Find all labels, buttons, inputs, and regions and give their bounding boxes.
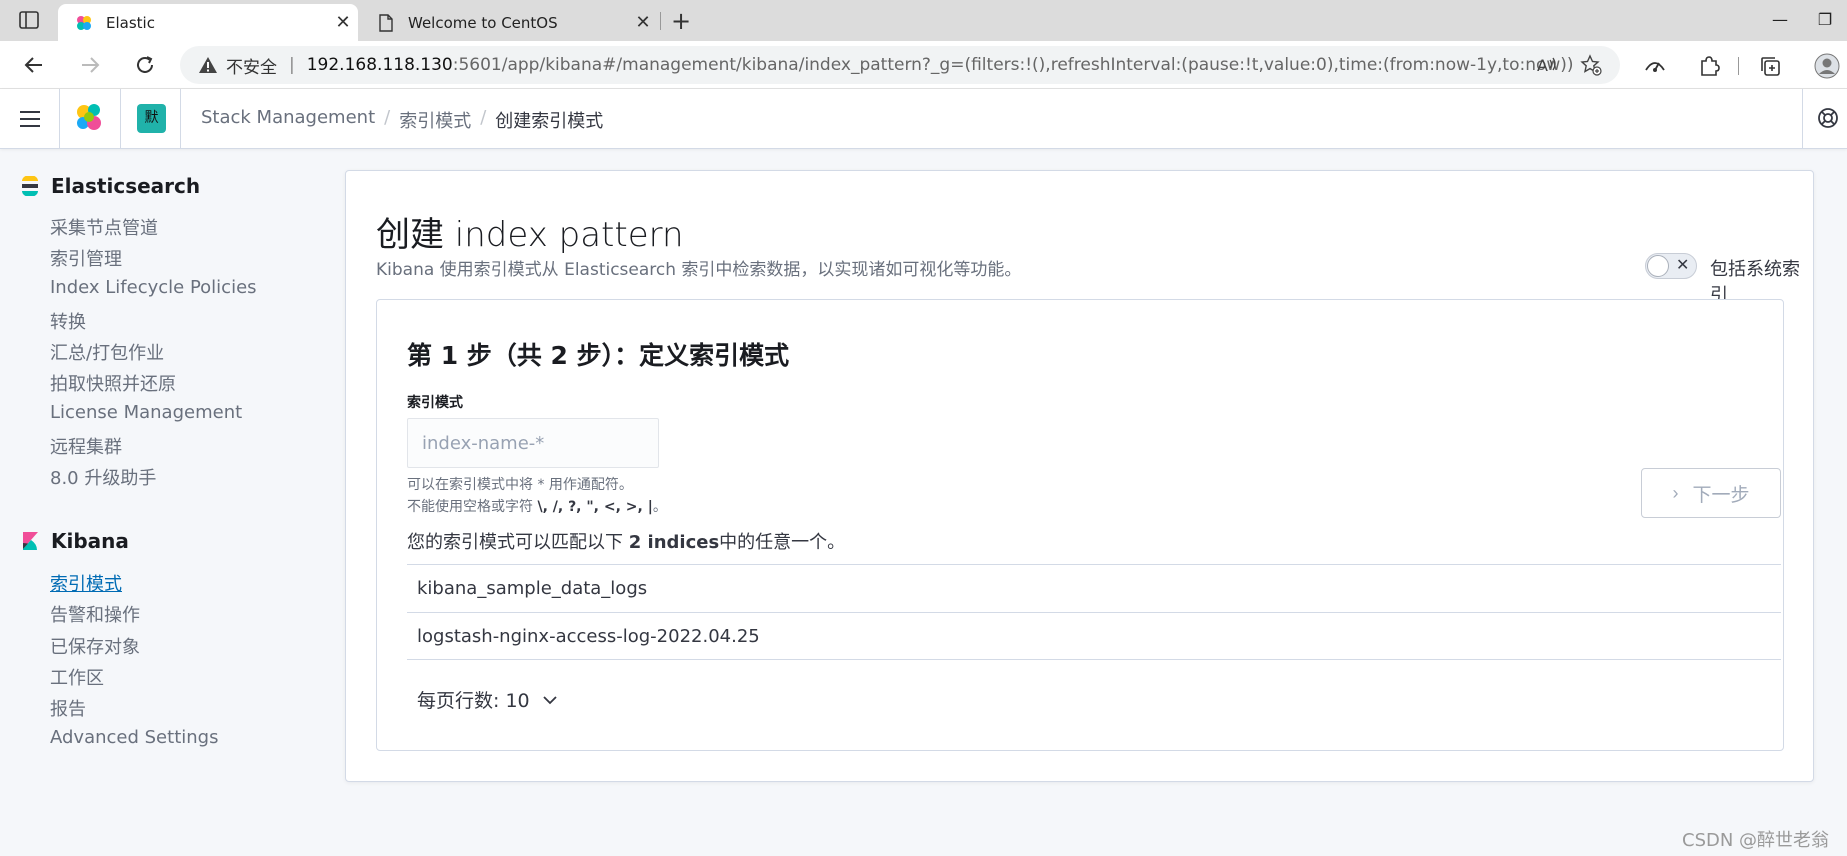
index-pattern-label: 索引模式 xyxy=(407,395,463,411)
url-host: 192.168.118.130 xyxy=(306,55,453,75)
url-path: :5601/app/kibana#/management/kibana/inde… xyxy=(452,55,1574,75)
rows-per-page-label: 每页行数: 10 xyxy=(417,690,530,712)
breadcrumb-stack-management[interactable]: Stack Management xyxy=(201,107,375,133)
match-suffix: 中的任意一个。 xyxy=(719,532,846,553)
help-suffix: 。 xyxy=(652,499,667,515)
create-index-pattern-panel: 创建 index pattern Kibana 使用索引模式从 Elastics… xyxy=(345,170,1814,782)
sidenav-item-saved-objects[interactable]: 已保存对象 xyxy=(50,633,140,659)
sidenav-item-index-patterns[interactable]: 索引模式 xyxy=(50,570,122,596)
step-one-card: 第 1 步（共 2 步）：定义索引模式 索引模式 可以在索引模式中将 * 用作通… xyxy=(376,299,1784,751)
help-lifebuoy-icon[interactable] xyxy=(1816,106,1840,130)
read-aloud-icon[interactable]: A xyxy=(1536,54,1558,76)
breadcrumb-index-patterns[interactable]: 索引模式 xyxy=(399,107,471,133)
new-tab-button[interactable]: + xyxy=(666,6,696,36)
kibana-logo-icon xyxy=(23,532,38,550)
sidenav-item-transforms[interactable]: 转换 xyxy=(50,308,86,334)
header-divider xyxy=(59,89,60,149)
page-description: Kibana 使用索引模式从 Elasticsearch 索引中检索数据，以实现… xyxy=(376,260,1022,280)
sidenav-item-reporting[interactable]: 报告 xyxy=(50,695,86,721)
index-pattern-input[interactable] xyxy=(407,418,659,468)
next-step-button[interactable]: › 下一步 xyxy=(1641,468,1781,518)
wildcard-help-text: 可以在索引模式中将 * 用作通配符。 xyxy=(407,477,633,493)
watermark: CSDN @醉世老翁 xyxy=(1682,830,1830,851)
match-count: 2 indices xyxy=(628,532,720,553)
header-divider xyxy=(1802,89,1803,149)
toggle-knob xyxy=(1647,255,1669,277)
browser-tab-bar: Elastic ✕ Welcome to CentOS ✕ + — ❐ xyxy=(0,0,1847,41)
profile-avatar-icon[interactable] xyxy=(1814,53,1840,79)
step-title: 第 1 步（共 2 步）：定义索引模式 xyxy=(407,341,790,370)
close-icon: ✕ xyxy=(1676,255,1690,274)
hamburger-menu-icon[interactable] xyxy=(16,107,44,131)
elastic-favicon-icon xyxy=(74,13,94,33)
favorite-star-icon[interactable] xyxy=(1580,54,1602,76)
tab-title: Welcome to CentOS xyxy=(408,13,558,32)
warning-icon[interactable] xyxy=(198,55,218,75)
invalid-characters: \, /, ?, ", <, >, | xyxy=(537,499,653,515)
sidenav-item-alerts-actions[interactable]: 告警和操作 xyxy=(50,601,140,627)
reload-button[interactable] xyxy=(129,49,161,81)
nav-group-title: Elasticsearch xyxy=(51,174,201,198)
address-bar[interactable]: 不安全 | 192.168.118.130 :5601/app/kibana#/… xyxy=(180,46,1620,84)
help-prefix: 不能使用空格或字符 xyxy=(407,499,538,515)
sidenav-item-remote-clusters[interactable]: 远程集群 xyxy=(50,433,122,459)
breadcrumb: Stack Management / 索引模式 / 创建索引模式 xyxy=(201,107,603,133)
back-button[interactable] xyxy=(18,49,50,81)
header-divider xyxy=(120,89,121,149)
tab-title: Elastic xyxy=(106,13,155,32)
space-avatar[interactable]: 默 xyxy=(137,104,166,133)
table-row: kibana_sample_data_logs xyxy=(407,564,1781,612)
sidenav-item-upgrade-assistant[interactable]: 8.0 升级助手 xyxy=(50,464,156,490)
sidenav-item-index-lifecycle-policies[interactable]: Index Lifecycle Policies xyxy=(50,277,257,298)
sidenav-item-rollup-jobs[interactable]: 汇总/打包作业 xyxy=(50,339,164,365)
nav-group-elasticsearch: Elasticsearch xyxy=(20,174,200,198)
nav-group-kibana: Kibana xyxy=(20,529,129,553)
extensions-puzzle-icon[interactable] xyxy=(1696,53,1722,79)
browser-tab-elastic[interactable]: Elastic ✕ xyxy=(58,4,358,41)
performance-icon[interactable] xyxy=(1642,53,1668,79)
sidenav-item-license-management[interactable]: License Management xyxy=(50,402,242,423)
sidenav-item-snapshot-restore[interactable]: 拍取快照并还原 xyxy=(50,370,176,396)
svg-text:A: A xyxy=(1537,56,1548,75)
breadcrumb-separator: / xyxy=(384,107,391,128)
sidenav-item-advanced-settings[interactable]: Advanced Settings xyxy=(50,727,218,748)
header-divider xyxy=(180,89,181,149)
elastic-logo-icon[interactable] xyxy=(72,101,106,135)
browser-toolbar: 不安全 | 192.168.118.130 :5601/app/kibana#/… xyxy=(0,41,1847,89)
close-tab-icon[interactable]: ✕ xyxy=(328,12,358,33)
sidenav-item-index-management[interactable]: 索引管理 xyxy=(50,245,122,271)
page-favicon-icon xyxy=(376,13,396,33)
rows-per-page-selector[interactable]: 每页行数: 10 xyxy=(417,686,558,713)
browser-tab-centos[interactable]: Welcome to CentOS ✕ xyxy=(360,4,658,41)
match-summary: 您的索引模式可以匹配以下 2 indices中的任意一个。 xyxy=(407,528,845,554)
collections-icon[interactable] xyxy=(1757,53,1783,79)
nav-group-title: Kibana xyxy=(51,529,129,553)
toolbar-divider xyxy=(1738,57,1739,75)
maximize-button[interactable]: ❐ xyxy=(1805,6,1845,34)
chevron-down-icon xyxy=(542,695,557,704)
match-prefix: 您的索引模式可以匹配以下 xyxy=(407,532,629,553)
address-divider: | xyxy=(289,55,295,75)
sidebar-toggle-icon[interactable] xyxy=(14,8,44,32)
breadcrumb-separator: / xyxy=(480,107,487,128)
forward-button[interactable] xyxy=(74,49,106,81)
elasticsearch-logo-icon xyxy=(22,176,38,196)
sidenav-item-spaces[interactable]: 工作区 xyxy=(50,664,104,690)
table-row: logstash-nginx-access-log-2022.04.25 xyxy=(407,612,1781,660)
sidenav-item-ingest-pipelines[interactable]: 采集节点管道 xyxy=(50,214,158,240)
close-tab-icon[interactable]: ✕ xyxy=(628,12,658,33)
minimize-button[interactable]: — xyxy=(1760,6,1800,34)
breadcrumb-create-index-pattern: 创建索引模式 xyxy=(495,111,604,132)
kibana-header: 默 Stack Management / 索引模式 / 创建索引模式 xyxy=(0,89,1847,149)
security-label[interactable]: 不安全 xyxy=(226,53,277,78)
chevron-right-icon: › xyxy=(1672,482,1679,503)
include-system-indices-toggle[interactable]: ✕ xyxy=(1645,253,1697,279)
matching-indices-table: kibana_sample_data_logs logstash-nginx-a… xyxy=(407,564,1781,660)
tab-divider xyxy=(660,12,661,30)
page-title: 创建 index pattern xyxy=(376,215,684,255)
invalid-chars-help-text: 不能使用空格或字符 \, /, ?, ", <, >, |。 xyxy=(407,496,667,516)
next-step-label: 下一步 xyxy=(1692,484,1750,506)
management-side-nav: Elasticsearch 采集节点管道 索引管理 Index Lifecycl… xyxy=(0,150,345,856)
